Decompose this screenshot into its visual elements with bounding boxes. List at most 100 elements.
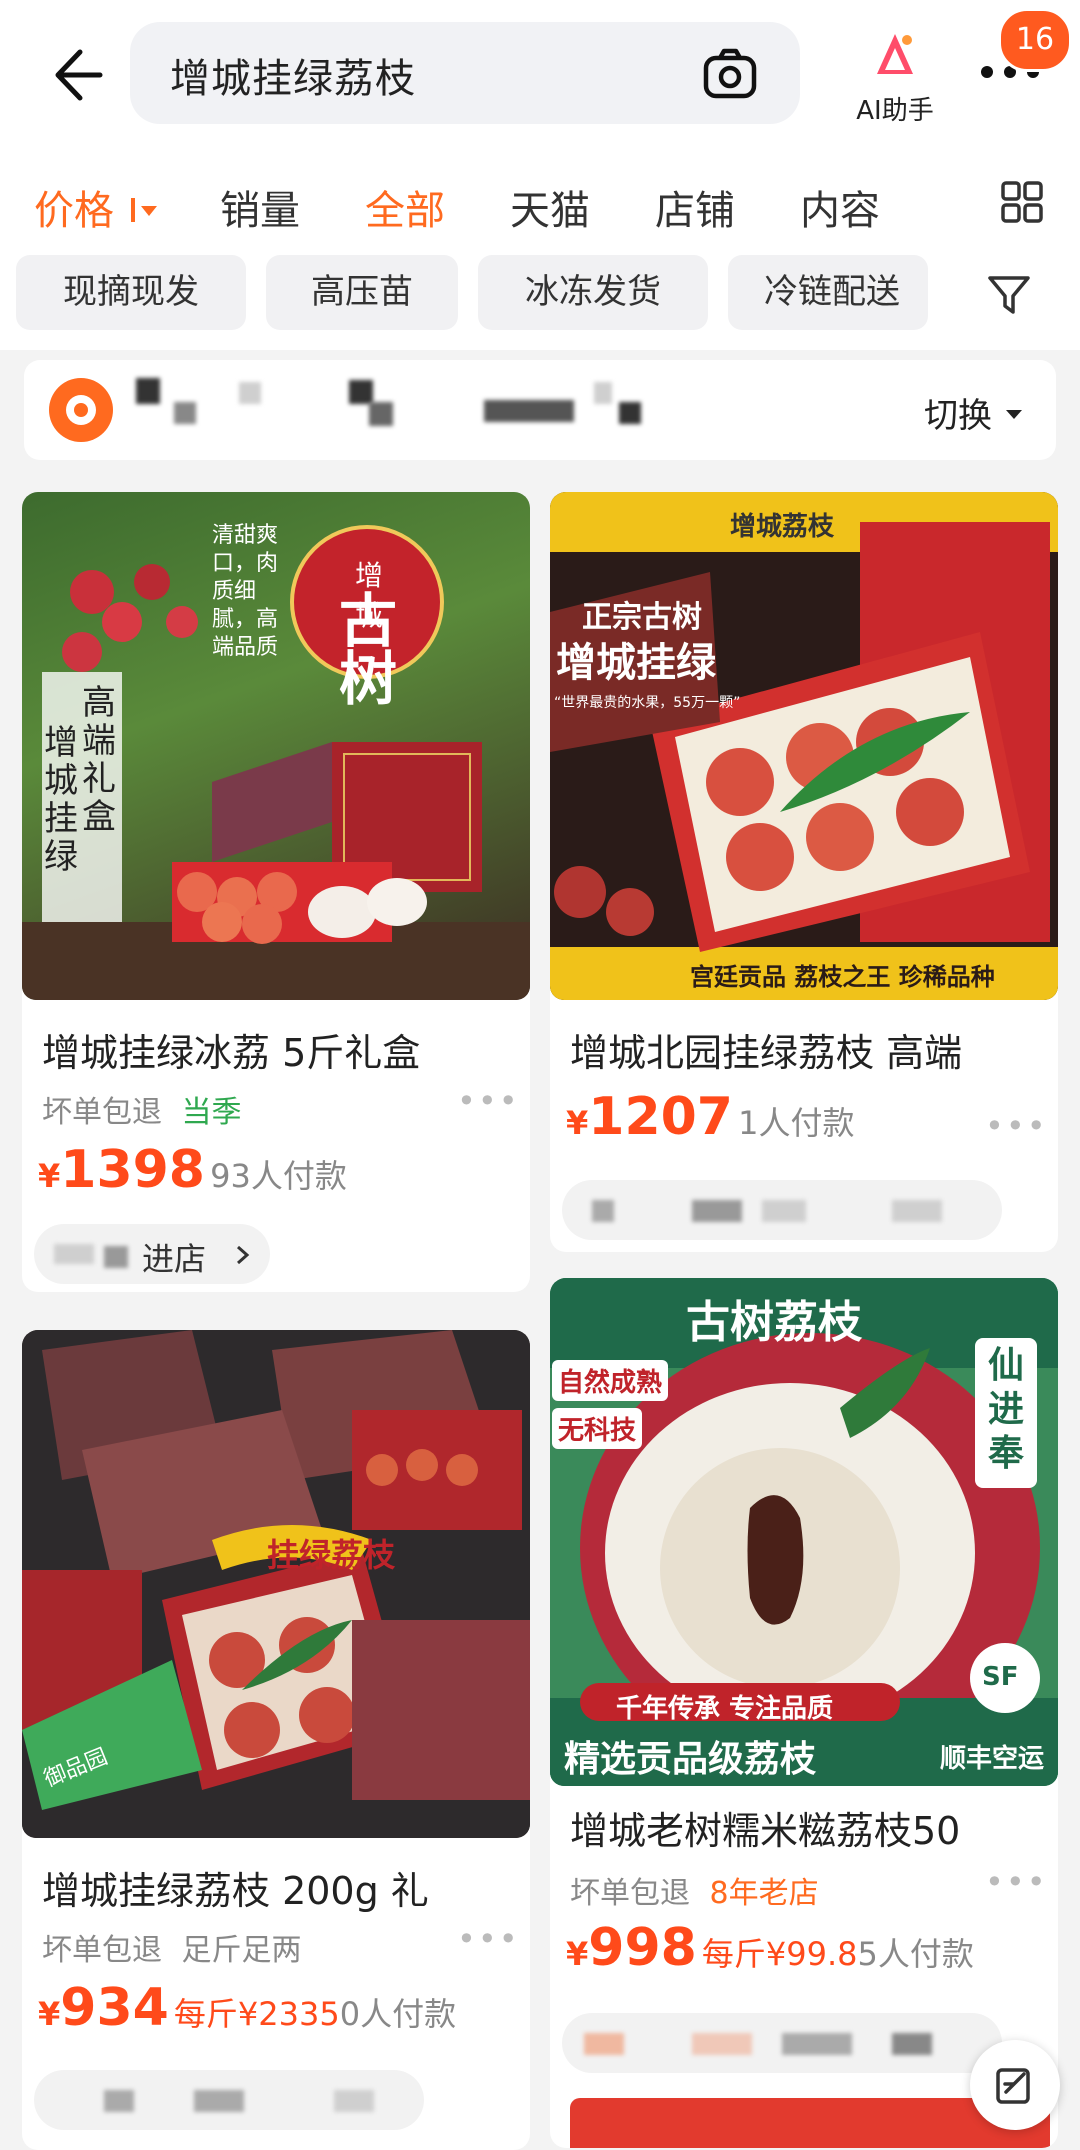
sold-count: 93人付款 <box>210 1157 347 1195</box>
blurred-text <box>136 378 160 404</box>
tab-tmall[interactable]: 天猫 <box>510 178 590 236</box>
product-image[interactable]: 挂绿荔枝 御品园 <box>22 1330 530 1838</box>
currency-symbol: ¥ <box>566 1104 589 1142</box>
product-card[interactable]: 挂绿荔枝 御品园 增城挂绿荔枝 200g 礼 坏单包退 足斤足两 ••• ¥93… <box>22 1330 530 2150</box>
image-vertical-label: 仙进奉 <box>987 1345 1024 1474</box>
image-footer-text: 精选贡品级荔枝 <box>564 1739 817 1780</box>
blurred-text <box>349 380 373 404</box>
currency-symbol: ¥ <box>38 1157 61 1195</box>
store-entry[interactable] <box>562 2013 1002 2073</box>
sold-count: 5人付款 <box>857 1935 974 1973</box>
tab-shop[interactable]: 店铺 <box>655 178 735 236</box>
product-title[interactable]: 增城北园挂绿荔枝 高端 <box>570 1022 1040 1077</box>
unit-price: 每斤¥99.8 <box>701 1935 858 1973</box>
blurred-text <box>54 1244 94 1264</box>
tab-content[interactable]: 内容 <box>800 178 880 236</box>
blurred-text <box>892 2033 932 2055</box>
lychee-giftbox-illustration <box>550 492 1058 1000</box>
filter-funnel-icon[interactable] <box>985 270 1033 318</box>
store-entry[interactable] <box>34 2070 424 2130</box>
product-card[interactable]: 增城 古树 高端礼盒 增城挂绿 清甜爽口，肉质细腻，高端品质 增城挂绿冰荔 5斤… <box>22 492 530 1292</box>
image-vertical-text: 高端礼盒 <box>82 683 116 837</box>
more-options-icon[interactable]: ••• <box>985 1107 1048 1145</box>
product-title[interactable]: 增城老树糯米糍荔枝50 <box>570 1800 1050 1855</box>
feedback-button[interactable] <box>970 2040 1060 2130</box>
product-card[interactable]: 增城荔枝 正宗古树 增城挂绿 “世界最贵的水果，55万一颗” 宫廷贡品 荔枝之王… <box>550 492 1058 1252</box>
shop-switch-row: 切换 <box>24 360 1056 460</box>
product-image[interactable]: 增城荔枝 正宗古树 增城挂绿 “世界最贵的水果，55万一颗” 宫廷贡品 荔枝之王… <box>550 492 1058 1000</box>
more-options-icon[interactable]: ••• <box>457 1082 520 1120</box>
currency-symbol: ¥ <box>566 1935 589 1973</box>
filter-chips: 现摘现发 高压苗 冰冻发货 冷链配送 <box>0 255 1080 350</box>
more-options-icon[interactable]: ••• <box>985 1863 1048 1901</box>
grid-view-icon[interactable] <box>1000 180 1044 224</box>
product-tags: 坏单包退 足斤足两 <box>42 1925 302 1969</box>
tab-price-label: 价格 <box>34 188 114 234</box>
chip-fresh-picked[interactable]: 现摘现发 <box>16 255 246 330</box>
blurred-text <box>104 1246 128 1268</box>
blurred-text <box>782 2033 852 2055</box>
image-headline: 增城挂绿 <box>556 640 716 686</box>
camera-icon[interactable] <box>700 44 760 104</box>
product-title[interactable]: 增城挂绿冰荔 5斤礼盒 <box>42 1022 512 1077</box>
product-image[interactable]: 古树荔枝 自然成熟 无科技 仙进奉 千年传承 专注品质 精选贡品级荔枝 顺丰空运… <box>550 1278 1058 1786</box>
search-input[interactable]: 增城挂绿荔枝 <box>170 46 416 104</box>
price-row: ¥998 每斤¥99.85人付款 <box>566 1918 974 1978</box>
price-row: ¥934 每斤¥23350人付款 <box>38 1978 456 2038</box>
product-tags: 坏单包退 8年老店 <box>570 1868 819 1912</box>
product-image[interactable]: 增城 古树 高端礼盒 增城挂绿 清甜爽口，肉质细腻，高端品质 <box>22 492 530 1000</box>
product-price: 934 <box>60 1978 169 2038</box>
product-price: 998 <box>588 1918 697 1978</box>
blurred-text <box>594 382 612 404</box>
top-bar: 增城挂绿荔枝 AI助手 16 <box>0 0 1080 150</box>
switch-label: 切换 <box>924 396 992 436</box>
chip-high-pressure-seedling[interactable]: 高压苗 <box>266 255 458 330</box>
blurred-text <box>892 1200 942 1222</box>
image-vertical-text: 增城挂绿 <box>44 723 78 877</box>
tab-all[interactable]: 全部 <box>365 178 445 236</box>
image-tagline: 千年传承 专注品质 <box>616 1694 834 1724</box>
tab-sales[interactable]: 销量 <box>220 178 300 236</box>
sold-count: 1人付款 <box>738 1104 855 1142</box>
blurred-text <box>692 2033 752 2055</box>
more-options-icon[interactable]: ••• <box>457 1920 520 1958</box>
sold-count: 0人付款 <box>339 1995 457 2033</box>
chip-frozen-shipping[interactable]: 冰冻发货 <box>478 255 708 330</box>
blurred-text <box>692 1200 742 1222</box>
sort-tabs: 价格 销量 全部 天猫 店铺 内容 <box>0 150 1080 255</box>
blurred-text <box>334 2090 374 2112</box>
image-shipping-label: 顺丰空运 <box>940 1744 1045 1774</box>
store-entry[interactable] <box>562 1180 1002 1240</box>
image-headline: 古树荔枝 <box>686 1297 862 1348</box>
product-tags: 坏单包退 当季 <box>42 1087 242 1131</box>
unit-price: 每斤¥2335 <box>173 1995 340 2033</box>
tag-return: 坏单包退 <box>42 1095 162 1130</box>
tab-price[interactable]: 价格 <box>34 178 161 236</box>
blurred-text <box>484 400 574 422</box>
currency-symbol: ¥ <box>38 1995 61 2033</box>
blurred-text <box>369 402 393 426</box>
tag-in-season: 当季 <box>181 1095 242 1130</box>
product-card[interactable]: 古树荔枝 自然成熟 无科技 仙进奉 千年传承 专注品质 精选贡品级荔枝 顺丰空运… <box>550 1278 1058 2148</box>
ai-assistant-icon <box>877 34 913 74</box>
image-footer-banner: 宫廷贡品 荔枝之王 珍稀品种 <box>690 963 995 991</box>
tag-store-age: 8年老店 <box>709 1876 819 1911</box>
enter-store-label: 进店 <box>142 1240 207 1278</box>
image-label-no-tech: 无科技 <box>552 1408 643 1449</box>
product-title[interactable]: 增城挂绿荔枝 200g 礼 <box>42 1860 512 1915</box>
price-row: ¥1207 1人付款 <box>566 1087 854 1147</box>
image-slogan: 清甜爽口，肉质细腻，高端品质 <box>212 523 279 660</box>
search-bar[interactable]: 增城挂绿荔枝 <box>130 22 800 124</box>
image-banner: 挂绿荔枝 <box>267 1536 396 1574</box>
blurred-text <box>762 1200 806 1222</box>
tag-return: 坏单包退 <box>42 1933 162 1968</box>
ai-assistant-button[interactable]: AI助手 <box>835 28 955 128</box>
chevron-right-icon <box>237 1245 250 1265</box>
image-caption: “世界最贵的水果，55万一颗” <box>554 695 741 711</box>
tag-full-weight: 足斤足两 <box>181 1933 302 1968</box>
store-entry[interactable]: 进店 <box>34 1224 270 1284</box>
image-badge-main: 古树 <box>338 587 397 713</box>
chip-cold-chain[interactable]: 冷链配送 <box>728 255 928 330</box>
switch-button[interactable]: 切换 <box>924 388 1025 437</box>
back-arrow-icon[interactable] <box>40 40 110 110</box>
